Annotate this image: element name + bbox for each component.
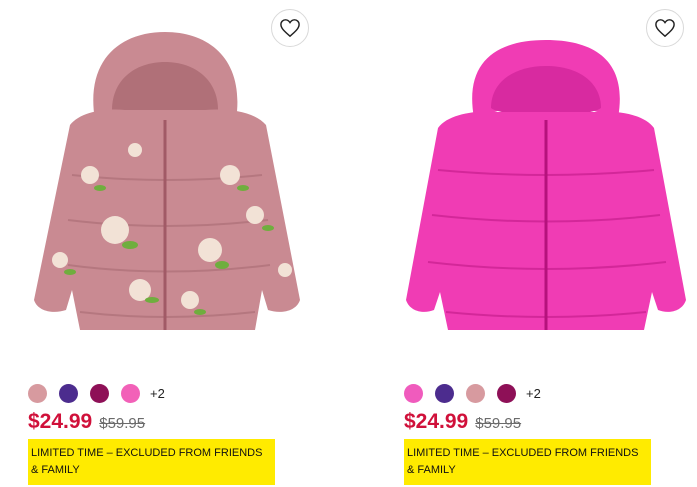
- sale-price: $24.99: [404, 410, 469, 433]
- product-image[interactable]: [0, 0, 330, 365]
- color-swatch[interactable]: [28, 384, 47, 403]
- color-swatch[interactable]: [90, 384, 109, 403]
- color-swatch[interactable]: [435, 384, 454, 403]
- color-swatch[interactable]: [121, 384, 140, 403]
- color-swatch[interactable]: [404, 384, 423, 403]
- color-swatch[interactable]: [59, 384, 78, 403]
- heart-icon: [280, 19, 300, 38]
- color-swatch[interactable]: [497, 384, 516, 403]
- favorite-button[interactable]: [646, 9, 684, 47]
- product-image[interactable]: [376, 0, 697, 365]
- product-card[interactable]: +2 $24.99 $59.95 LIMITED TIME – EXCLUDED…: [376, 0, 697, 487]
- sale-price: $24.99: [28, 410, 93, 433]
- product-card[interactable]: +2 $24.99 $59.95 LIMITED TIME – EXCLUDED…: [0, 0, 330, 487]
- more-colors-count[interactable]: +2: [150, 386, 165, 401]
- promo-badge: LIMITED TIME – EXCLUDED FROM FRIENDS & F…: [28, 439, 275, 485]
- color-swatches: +2: [404, 384, 541, 403]
- color-swatches: +2: [28, 384, 165, 403]
- favorite-button[interactable]: [271, 9, 309, 47]
- original-price: $59.95: [475, 415, 522, 432]
- price-block: $24.99 $59.95: [28, 410, 145, 434]
- heart-icon: [655, 19, 675, 38]
- promo-badge: LIMITED TIME – EXCLUDED FROM FRIENDS & F…: [404, 439, 651, 485]
- more-colors-count[interactable]: +2: [526, 386, 541, 401]
- price-block: $24.99 $59.95: [404, 410, 521, 434]
- color-swatch[interactable]: [466, 384, 485, 403]
- original-price: $59.95: [99, 415, 146, 432]
